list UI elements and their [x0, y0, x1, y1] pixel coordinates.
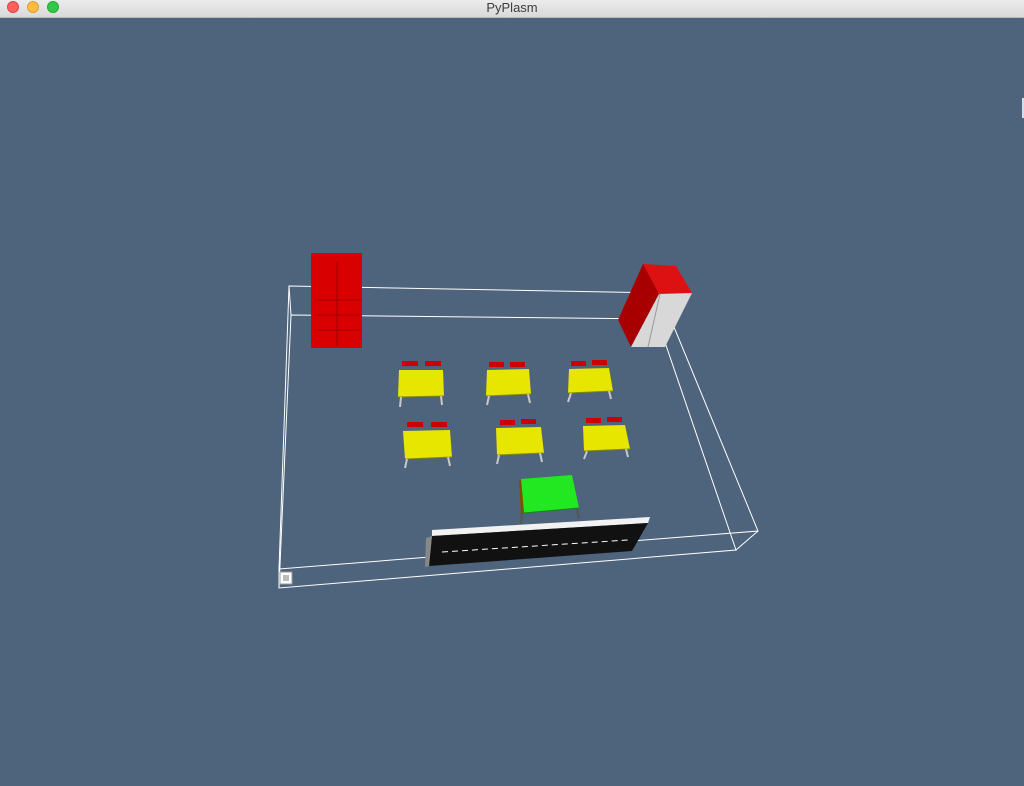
app-window: PyPlasm: [0, 0, 1024, 786]
scene-canvas[interactable]: [0, 18, 1024, 786]
student-desk-4: [403, 422, 453, 469]
student-desk-5: [496, 419, 545, 465]
student-desk-3: [567, 360, 614, 403]
3d-viewport[interactable]: [0, 18, 1024, 786]
student-desk-1: [397, 361, 445, 408]
title-bar: PyPlasm: [0, 0, 1024, 18]
student-desk-2: [485, 362, 532, 406]
teacher-desk: [519, 475, 580, 525]
right-red-cabinet: [618, 264, 692, 348]
student-desk-6: [583, 417, 631, 460]
origin-marker: [279, 571, 293, 585]
window-title: PyPlasm: [486, 0, 538, 15]
left-red-cabinet: [311, 253, 362, 348]
